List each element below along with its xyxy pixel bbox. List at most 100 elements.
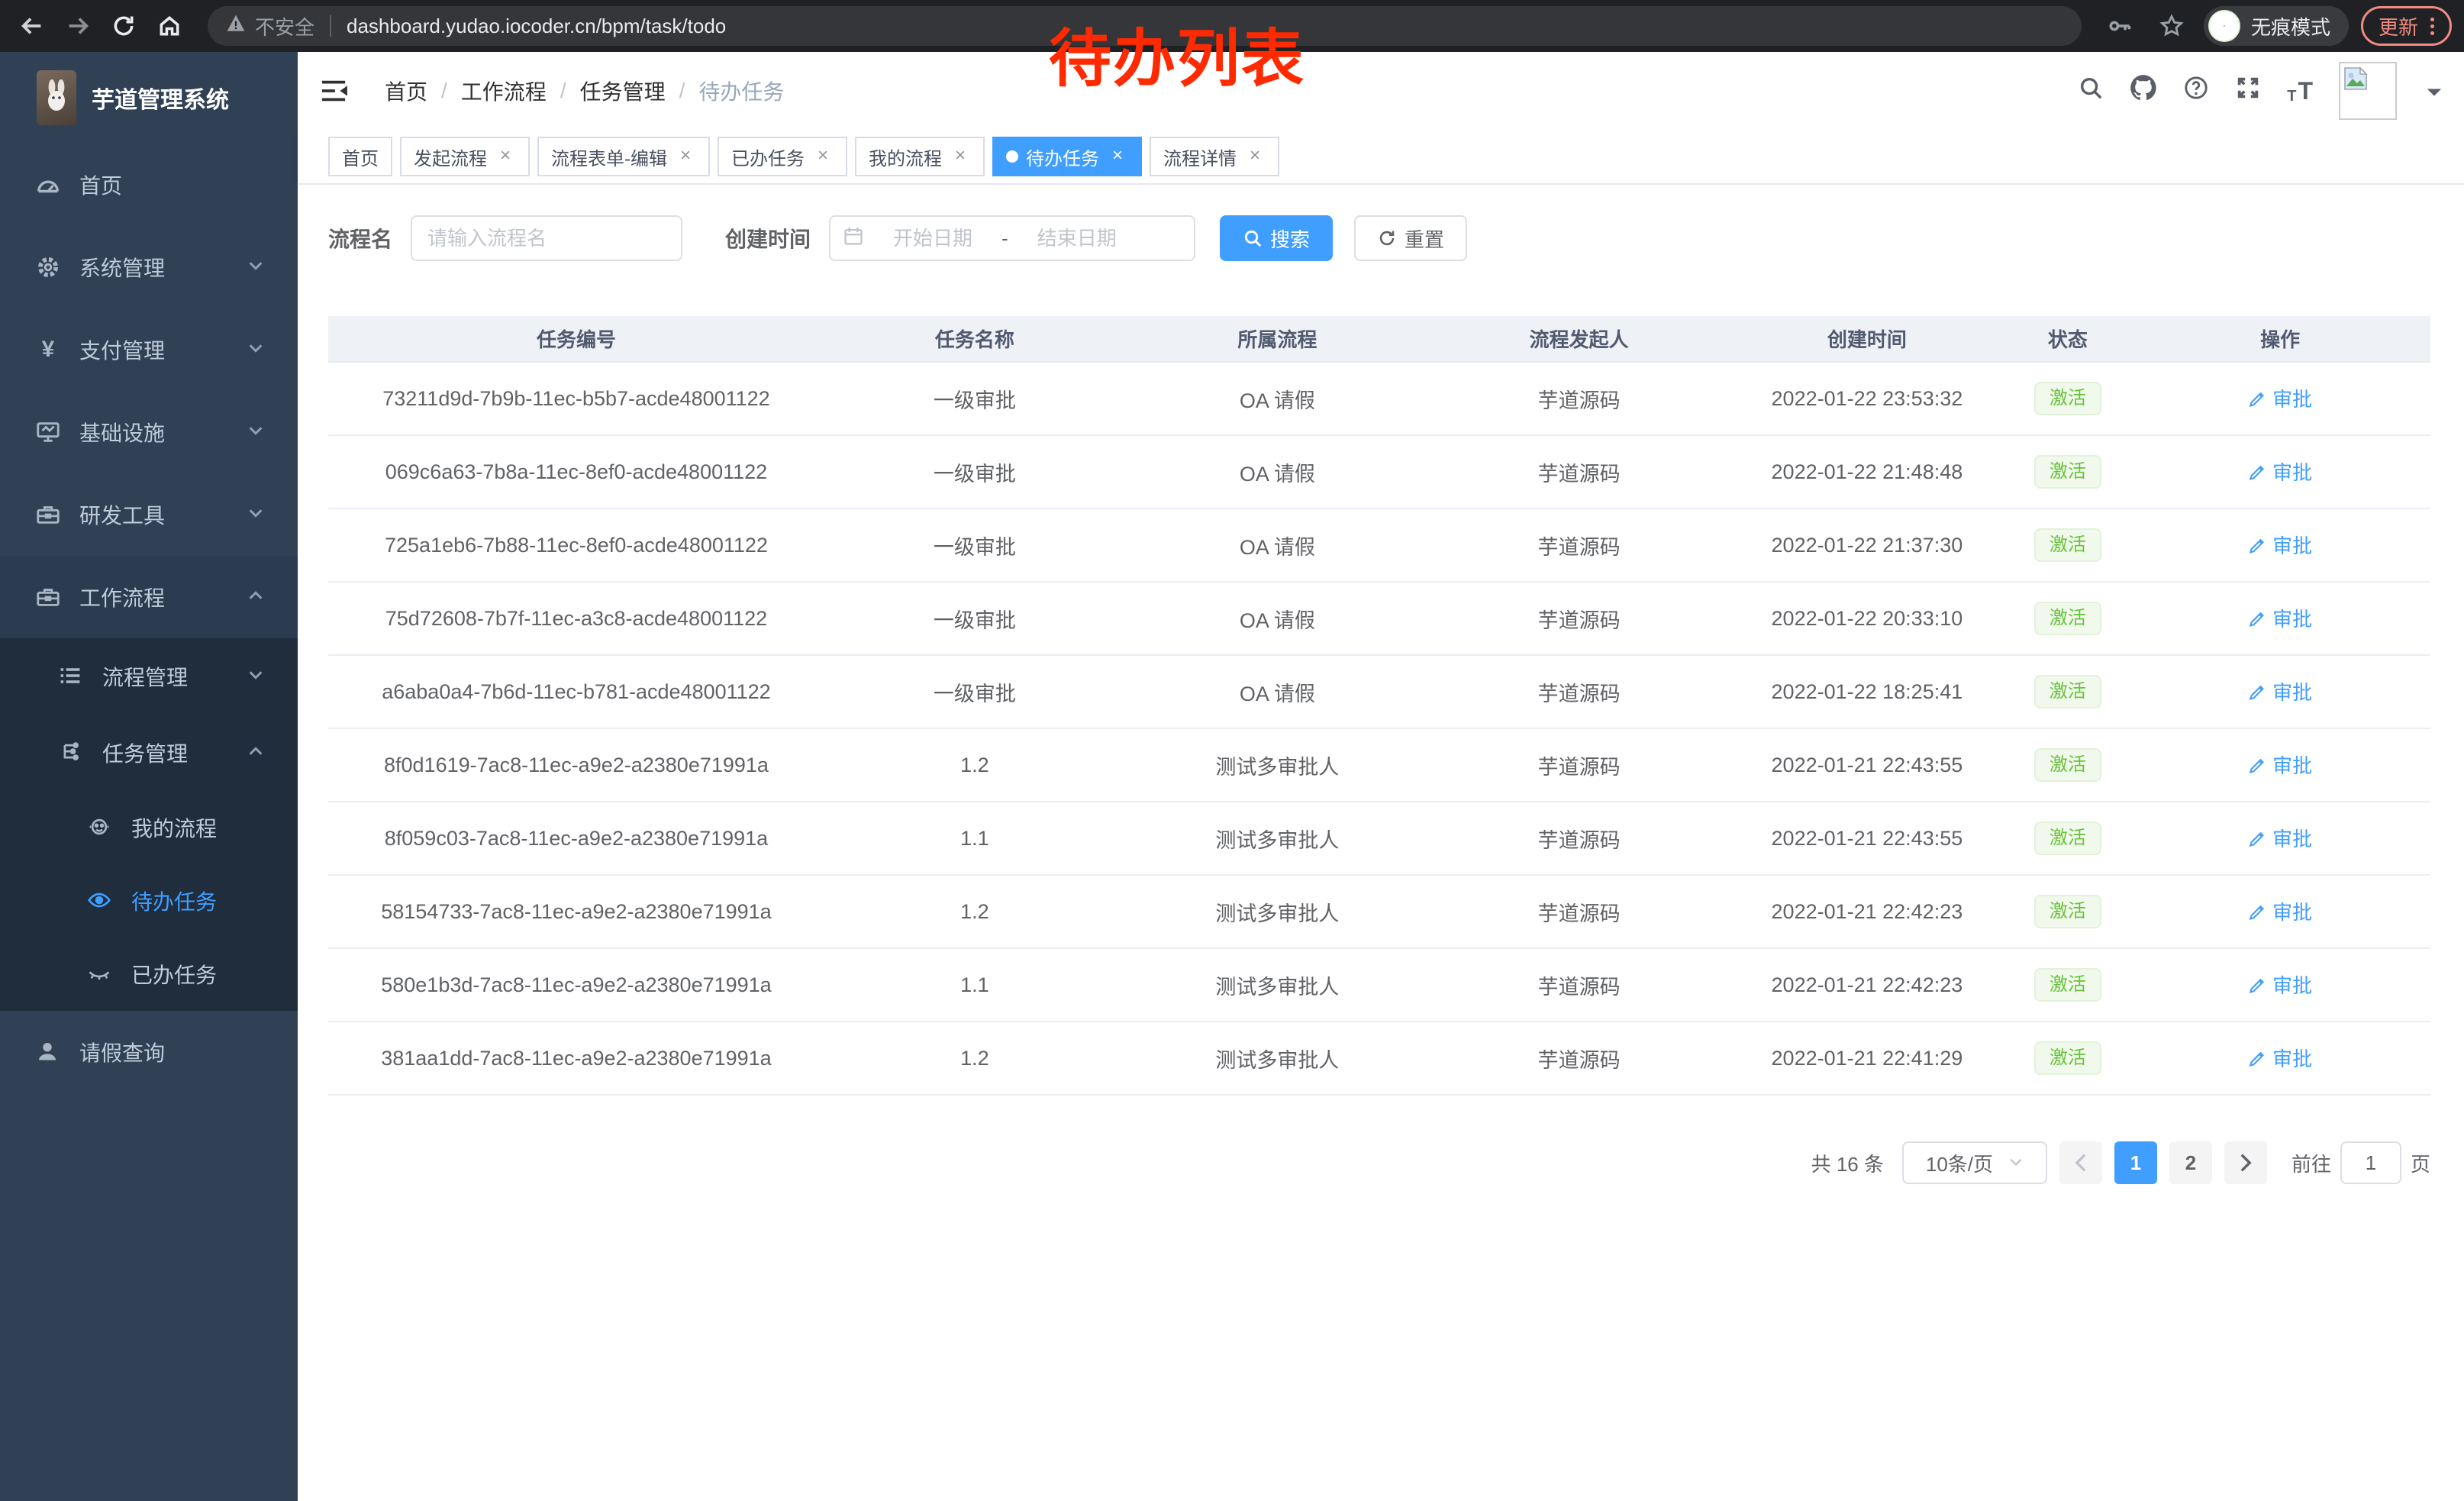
update-button[interactable]: 更新 [2361, 6, 2452, 46]
help-icon[interactable] [2183, 75, 2209, 107]
cell-process: OA 请假 [1125, 582, 1430, 655]
approve-link[interactable]: 审批 [2248, 677, 2312, 705]
search-button[interactable]: 搜索 [1220, 215, 1333, 261]
cell-task-id: 58154733-7ac8-11ec-a9e2-a2380e71991a [328, 875, 824, 948]
table-row: 8f0d1619-7ac8-11ec-a9e2-a2380e71991a 1.2… [328, 728, 2430, 802]
more-vertical-icon[interactable] [2430, 18, 2434, 35]
breadcrumb-task-mgmt[interactable]: 任务管理 [580, 76, 666, 106]
close-icon[interactable]: × [950, 146, 971, 167]
approve-link[interactable]: 审批 [2248, 604, 2312, 632]
home-icon[interactable] [150, 6, 189, 46]
github-icon[interactable] [2130, 74, 2157, 108]
pencil-icon [2248, 389, 2266, 408]
start-date-input[interactable] [867, 227, 998, 250]
cell-task-name: 一级审批 [824, 655, 1125, 728]
close-icon[interactable]: × [812, 146, 834, 167]
approve-link[interactable]: 审批 [2248, 970, 2312, 999]
pencil-icon [2248, 1049, 2266, 1067]
end-date-input[interactable] [1011, 227, 1143, 250]
col-status: 状态 [2006, 316, 2130, 362]
sidebar-item-infra[interactable]: 基础设施 [0, 391, 298, 473]
approve-link[interactable]: 审批 [2248, 750, 2312, 779]
security-label[interactable]: 不安全 [255, 12, 314, 40]
divider [330, 15, 331, 37]
toolbox-icon [35, 502, 61, 528]
reset-button[interactable]: 重置 [1354, 215, 1467, 261]
cell-starter: 芋道源码 [1430, 655, 1728, 728]
close-icon[interactable]: × [495, 146, 516, 167]
status-badge: 激活 [2034, 455, 2101, 489]
breadcrumb-workflow[interactable]: 工作流程 [461, 76, 547, 106]
close-icon[interactable]: × [1244, 146, 1266, 167]
approve-link[interactable]: 审批 [2248, 897, 2312, 925]
update-label: 更新 [2379, 12, 2418, 40]
back-arrow-icon[interactable] [12, 6, 52, 46]
page-button-1[interactable]: 1 [2114, 1141, 2157, 1184]
cell-starter: 芋道源码 [1430, 362, 1728, 435]
col-starter: 流程发起人 [1430, 316, 1728, 362]
cell-process: OA 请假 [1125, 435, 1430, 508]
key-icon[interactable] [2100, 6, 2140, 46]
incognito-icon [2208, 10, 2240, 42]
tab-done-tasks[interactable]: 已办任务× [718, 137, 847, 176]
tab-start-process[interactable]: 发起流程× [400, 137, 530, 176]
tags-bar: 首页 发起流程× 流程表单-编辑× 已办任务× 我的流程× 待办任务× 流程详情… [298, 130, 2464, 185]
sidebar-item-done-tasks[interactable]: 已办任务 [0, 938, 298, 1011]
page-size-select[interactable]: 10条/页 [1902, 1141, 2047, 1184]
next-page-button[interactable] [2224, 1141, 2267, 1184]
goto-page-input[interactable] [2340, 1141, 2401, 1184]
table-row: 580e1b3d-7ac8-11ec-a9e2-a2380e71991a 1.1… [328, 948, 2430, 1022]
approve-link[interactable]: 审批 [2248, 457, 2312, 486]
app-logo[interactable]: 芋道管理系统 [0, 52, 298, 144]
pencil-icon [2248, 683, 2266, 701]
url-bar[interactable]: 不安全 dashboard.yudao.iocoder.cn/bpm/task/… [208, 6, 2082, 46]
date-range-picker[interactable]: - [829, 215, 1195, 261]
sidebar-item-process-mgmt[interactable]: 流程管理 [0, 638, 298, 715]
filter-form: 流程名 创建时间 - 搜索 重置 [328, 215, 2430, 261]
page-button-2[interactable]: 2 [2169, 1141, 2212, 1184]
sidebar-item-payment[interactable]: ¥ 支付管理 [0, 308, 298, 391]
cell-process: OA 请假 [1125, 362, 1430, 435]
status-badge: 激活 [2034, 675, 2101, 709]
sidebar-item-task-mgmt[interactable]: 任务管理 [0, 715, 298, 791]
chevron-down-icon [2008, 1151, 2024, 1175]
tab-my-process[interactable]: 我的流程× [855, 137, 985, 176]
screen: 不安全 dashboard.yudao.iocoder.cn/bpm/task/… [0, 0, 2464, 1501]
sidebar-item-my-process[interactable]: 我的流程 [0, 791, 298, 864]
approve-link[interactable]: 审批 [2248, 824, 2312, 852]
close-icon[interactable]: × [1107, 146, 1128, 167]
org-tree-icon [58, 740, 84, 766]
cell-task-name: 1.2 [824, 1022, 1125, 1095]
chevron-down-icon [247, 337, 264, 362]
approve-link[interactable]: 审批 [2248, 531, 2312, 559]
tab-home[interactable]: 首页 [328, 137, 392, 176]
reload-icon[interactable] [104, 6, 144, 46]
sidebar-item-devtools[interactable]: 研发工具 [0, 473, 298, 556]
fullscreen-icon[interactable] [2235, 75, 2261, 107]
approve-link[interactable]: 审批 [2248, 1044, 2312, 1072]
cell-task-name: 1.2 [824, 875, 1125, 948]
tab-todo-tasks[interactable]: 待办任务× [992, 137, 1142, 176]
col-task-name: 任务名称 [824, 316, 1125, 362]
sidebar-item-leave-query[interactable]: 请假查询 [0, 1011, 298, 1093]
sidebar-item-todo-tasks[interactable]: 待办任务 [0, 864, 298, 938]
sidebar-item-system[interactable]: 系统管理 [0, 226, 298, 308]
caret-down-icon[interactable] [2426, 77, 2443, 105]
star-icon[interactable] [2152, 6, 2191, 46]
prev-page-button[interactable] [2059, 1141, 2102, 1184]
tab-process-detail[interactable]: 流程详情× [1150, 137, 1279, 176]
process-name-input[interactable] [411, 215, 682, 261]
close-icon[interactable]: × [675, 146, 696, 167]
search-icon[interactable] [2078, 75, 2104, 107]
breadcrumb-home[interactable]: 首页 [385, 76, 427, 106]
sidebar-item-workflow[interactable]: 工作流程 [0, 556, 298, 638]
tab-form-edit[interactable]: 流程表单-编辑× [537, 137, 710, 176]
sidebar-item-home[interactable]: 首页 [0, 144, 298, 226]
sidebar-collapse-icon[interactable] [319, 78, 348, 104]
font-size-icon[interactable]: TT [2287, 77, 2313, 105]
forward-arrow-icon[interactable] [58, 6, 98, 46]
cell-created: 2022-01-22 21:37:30 [1728, 508, 2006, 582]
avatar[interactable] [2339, 62, 2397, 120]
cell-starter: 芋道源码 [1430, 508, 1728, 582]
approve-link[interactable]: 审批 [2248, 384, 2312, 412]
